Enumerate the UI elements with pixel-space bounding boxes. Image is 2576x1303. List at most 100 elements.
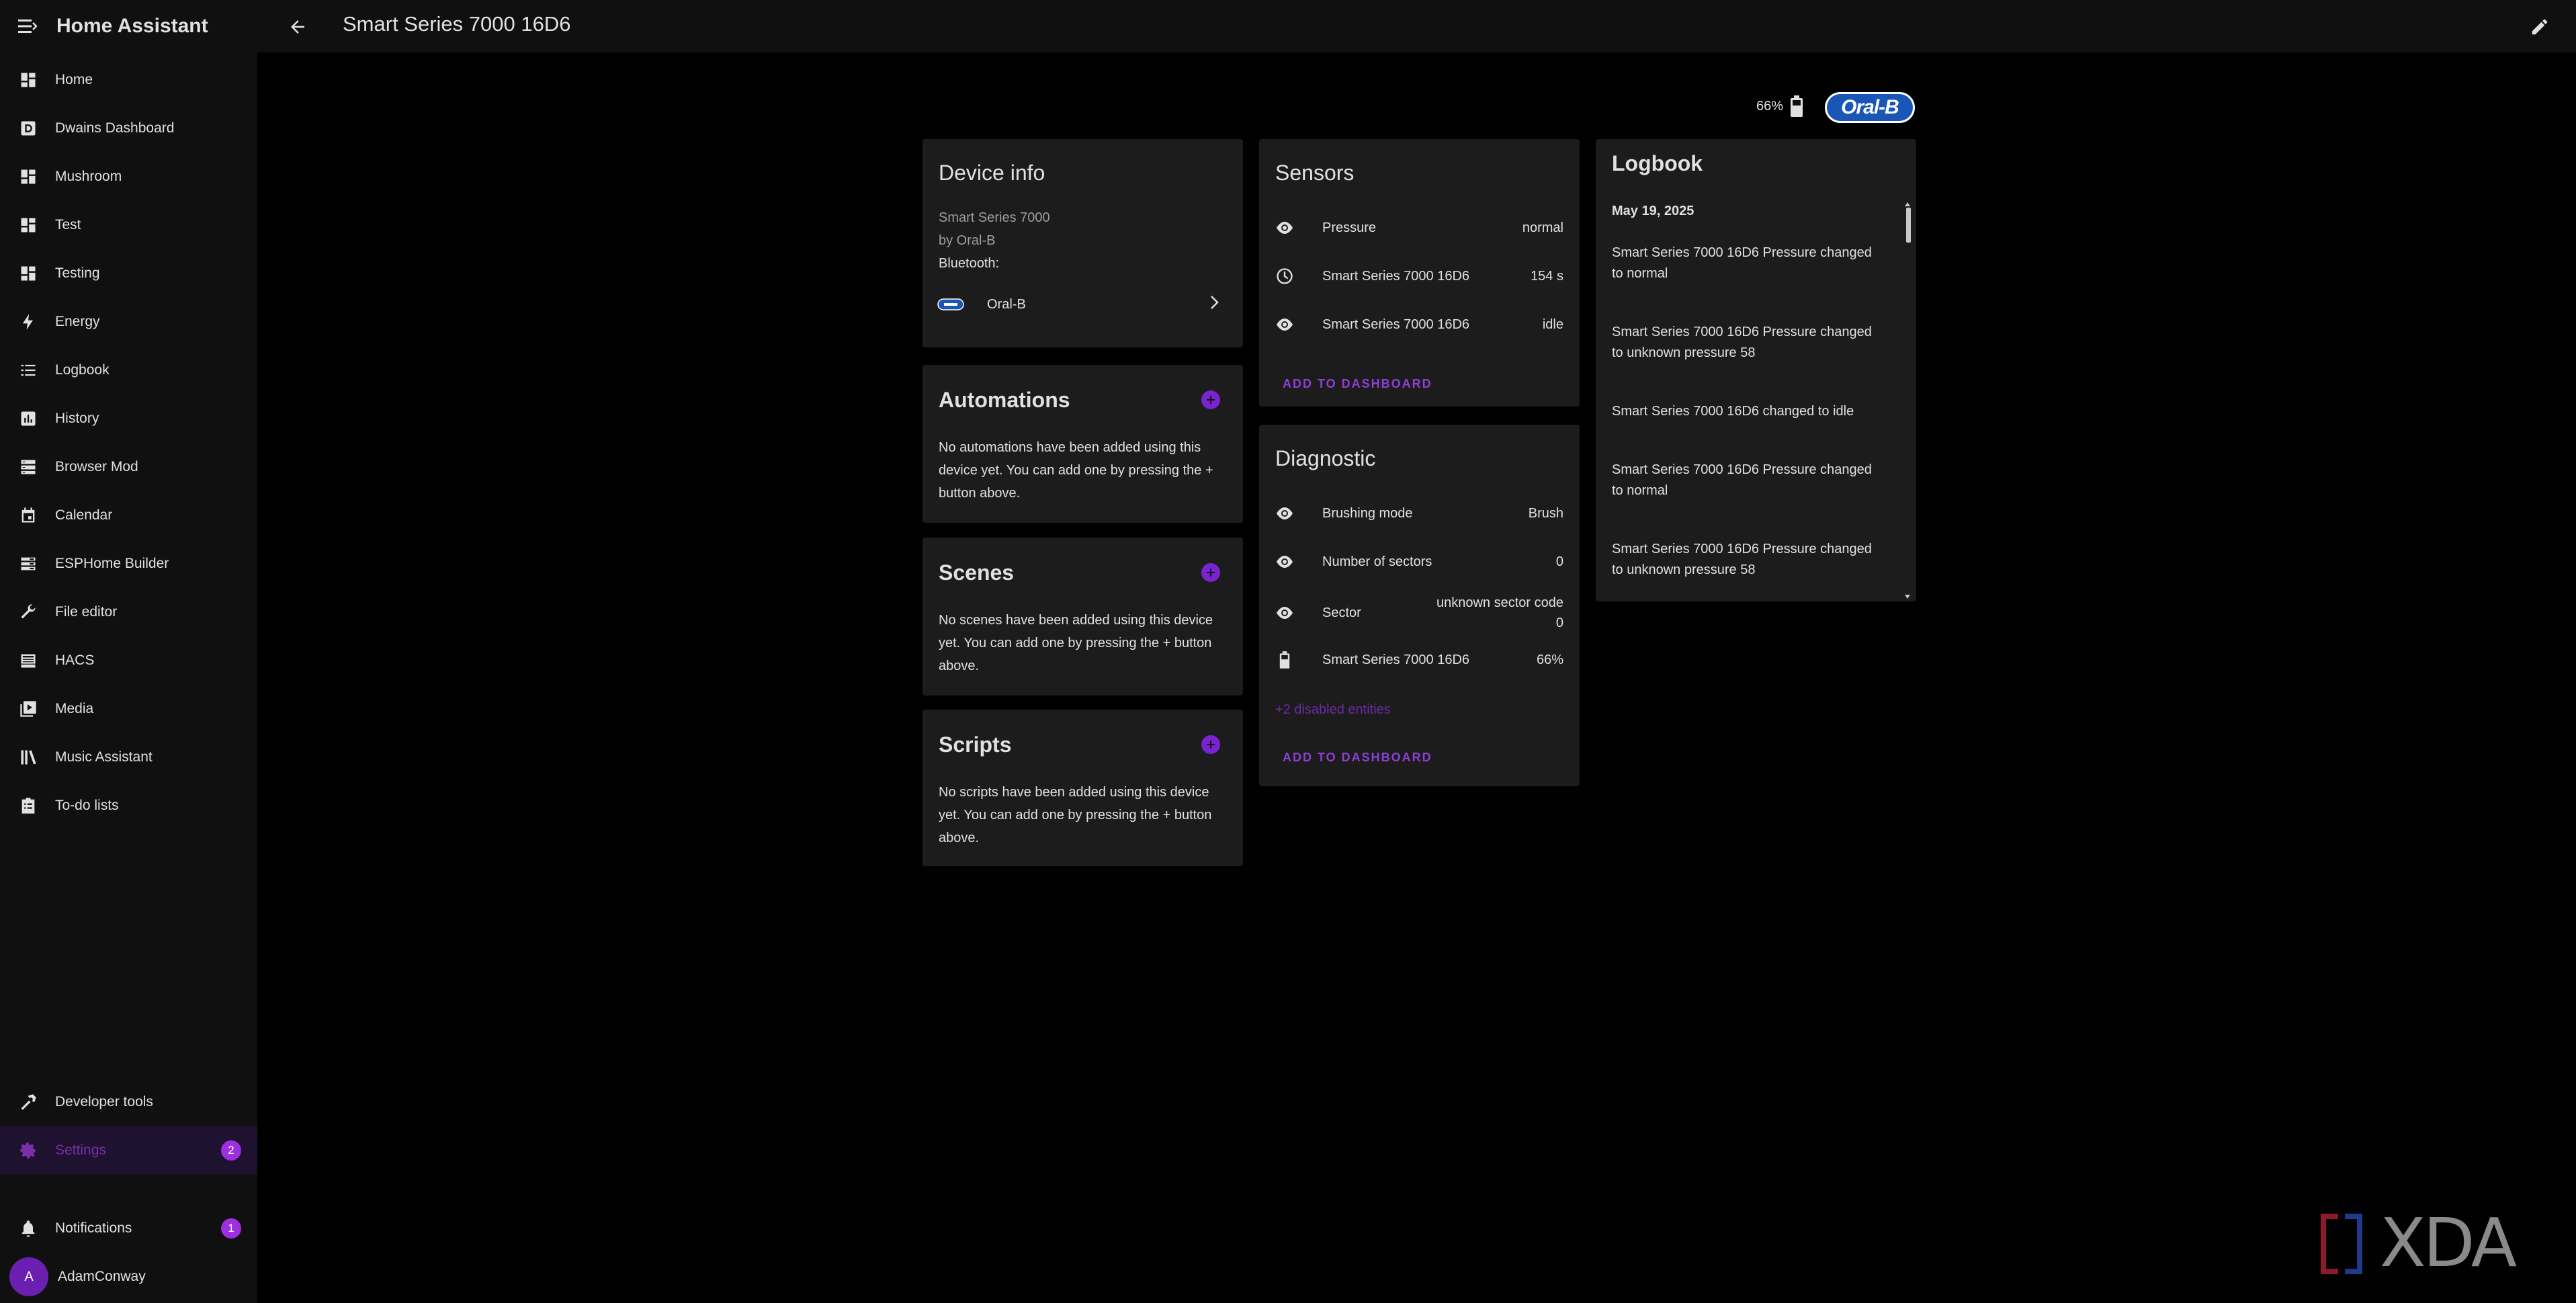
sidebar-item-label: Calendar	[55, 507, 113, 523]
sidebar-item-energy[interactable]: Energy	[0, 298, 257, 346]
music-library-icon	[17, 747, 39, 768]
add-to-dashboard-button[interactable]: ADD TO DASHBOARD	[1283, 751, 1432, 765]
sidebar-item-dwains-dashboard[interactable]: Dwains Dashboard	[0, 104, 257, 153]
diagnostic-row-sector[interactable]: Sector unknown sector code 0	[1259, 591, 1580, 634]
diagnostic-row-number-of-sectors[interactable]: Number of sectors 0	[1259, 543, 1580, 581]
logbook-entry[interactable]: Smart Series 7000 16D6 Pressure changed …	[1612, 460, 1894, 501]
device-model: Smart Series 7000	[939, 210, 1050, 225]
sidebar-item-media[interactable]: Media	[0, 685, 257, 733]
diagnostic-card: Diagnostic Brushing mode Brush Number of…	[1259, 425, 1580, 786]
scripts-empty-text: No scripts have been added using this de…	[939, 785, 1212, 845]
logbook-card: Logbook May 19, 2025 Smart Series 7000 1…	[1596, 139, 1916, 601]
sidebar-item-hacs[interactable]: HACS	[0, 636, 257, 685]
scroll-down-icon[interactable]	[1904, 591, 1911, 603]
logbook-entry[interactable]: Smart Series 7000 16D6 Pressure changed …	[1612, 322, 1894, 364]
device-info-card: Device info Smart Series 7000 by Oral-B …	[922, 139, 1243, 347]
timer-icon	[1274, 265, 1295, 287]
sidebar-item-music-assistant[interactable]: Music Assistant	[0, 733, 257, 782]
logbook-entry-line: Smart Series 7000 16D6 changed to idle	[1612, 404, 1854, 419]
logbook-entry-line: Smart Series 7000 16D6 Pressure changed	[1612, 462, 1872, 477]
sensor-row-state[interactable]: Smart Series 7000 16D6 idle	[1259, 306, 1580, 343]
sidebar-item-label: HACS	[55, 653, 95, 668]
integration-name: Oral-B	[987, 296, 1026, 312]
sidebar-item-test[interactable]: Test	[0, 201, 257, 249]
diagnostic-value: 66%	[1536, 652, 1563, 667]
eye-icon	[1274, 551, 1295, 573]
logbook-entry-line: Smart Series 7000 16D6 Pressure changed	[1612, 542, 1872, 556]
sidebar-item-label: Settings	[55, 1142, 106, 1158]
brand-logo-text: Oral-B	[1841, 96, 1899, 118]
sensor-name: Smart Series 7000 16D6	[1322, 268, 1470, 284]
menu-toggle-icon[interactable]	[17, 16, 38, 36]
scenes-card: Scenes No scenes have been added using t…	[922, 538, 1243, 696]
media-icon	[17, 698, 39, 720]
logbook-entry[interactable]: Smart Series 7000 16D6 changed to idle	[1612, 401, 1894, 422]
sidebar-item-browser-mod[interactable]: Browser Mod	[0, 443, 257, 491]
sidebar-item-mushroom[interactable]: Mushroom	[0, 153, 257, 201]
sidebar-item-label: ESPHome Builder	[55, 556, 169, 571]
oral-b-logo-icon	[937, 294, 964, 315]
sidebar-item-logbook[interactable]: Logbook	[0, 346, 257, 394]
sidebar-item-home[interactable]: Home	[0, 56, 257, 104]
sidebar-item-settings[interactable]: Settings 2	[0, 1126, 257, 1175]
sidebar-item-history[interactable]: History	[0, 394, 257, 443]
diagnostic-value-line: 0	[1555, 616, 1563, 630]
dashboard-icon	[17, 166, 39, 187]
top-bar: Smart Series 7000 16D6	[257, 0, 2576, 52]
sidebar-item-label: History	[55, 411, 99, 426]
sidebar-item-label: To-do lists	[55, 798, 119, 813]
logbook-entry-line: to unknown pressure 58	[1612, 562, 1756, 577]
sidebar-item-user[interactable]: A AdamConway	[0, 1253, 257, 1301]
back-arrow-icon[interactable]	[284, 13, 311, 40]
scrollbar-thumb[interactable]	[1906, 208, 1911, 243]
diagnostic-name: Brushing mode	[1322, 505, 1413, 521]
eye-icon	[1274, 602, 1295, 624]
app-title: Home Assistant	[56, 15, 208, 37]
add-to-dashboard-button[interactable]: ADD TO DASHBOARD	[1283, 377, 1432, 391]
logbook-entry-line: Smart Series 7000 16D6 Pressure changed	[1612, 325, 1872, 339]
dashboard-d-icon	[17, 118, 39, 139]
sidebar-item-label: Mushroom	[55, 169, 122, 184]
pencil-icon[interactable]	[2526, 13, 2553, 40]
sidebar-item-file-editor[interactable]: File editor	[0, 588, 257, 636]
disabled-entities-link[interactable]: +2 disabled entities	[1275, 698, 1391, 721]
logbook-entry[interactable]: Smart Series 7000 16D6 Pressure changed …	[1612, 539, 1894, 581]
sidebar-item-esphome-builder[interactable]: ESPHome Builder	[0, 540, 257, 588]
sidebar-item-todo-lists[interactable]: To-do lists	[0, 782, 257, 830]
chart-icon	[17, 408, 39, 429]
battery-percentage: 66%	[1756, 99, 1784, 114]
logbook-entry-line: to normal	[1612, 483, 1668, 498]
diagnostic-name: Smart Series 7000 16D6	[1322, 652, 1470, 667]
diagnostic-value: 0	[1555, 554, 1563, 569]
avatar: A	[9, 1257, 48, 1296]
wrench-icon	[17, 601, 39, 623]
logbook-entry-line: Smart Series 7000 16D6 Pressure changed	[1612, 245, 1872, 260]
diagnostic-name: Number of sectors	[1322, 554, 1432, 569]
bell-icon	[17, 1218, 39, 1239]
automations-card: Automations No automations have been add…	[922, 365, 1243, 523]
card-title: Sensors	[1275, 161, 1355, 185]
sidebar-item-label: Energy	[55, 314, 100, 329]
sidebar-item-developer-tools[interactable]: Developer tools	[0, 1078, 257, 1126]
sensor-row-pressure[interactable]: Pressure normal	[1259, 209, 1580, 247]
sensor-row-time[interactable]: Smart Series 7000 16D6 154 s	[1259, 257, 1580, 295]
chip-icon	[17, 553, 39, 575]
sidebar-item-calendar[interactable]: Calendar	[0, 491, 257, 540]
notifications-badge: 1	[221, 1218, 241, 1238]
sidebar-item-notifications[interactable]: Notifications 1	[0, 1204, 257, 1253]
sidebar-item-label: Developer tools	[55, 1094, 153, 1109]
clipboard-icon	[17, 795, 39, 816]
logbook-entry-line: to unknown pressure 58	[1612, 345, 1756, 360]
brand-logo: Oral-B	[1825, 92, 1915, 123]
xda-watermark: XDA	[2318, 1207, 2560, 1281]
lightning-icon	[17, 311, 39, 333]
add-automation-button[interactable]	[1201, 390, 1220, 409]
sidebar-item-label: Dwains Dashboard	[55, 120, 175, 136]
sidebar-item-testing[interactable]: Testing	[0, 249, 257, 298]
diagnostic-row-brushing-mode[interactable]: Brushing mode Brush	[1259, 495, 1580, 532]
logbook-entry[interactable]: Smart Series 7000 16D6 Pressure changed …	[1612, 243, 1894, 284]
diagnostic-row-battery[interactable]: Smart Series 7000 16D6 66%	[1259, 641, 1580, 679]
add-scene-button[interactable]	[1201, 563, 1220, 582]
add-script-button[interactable]	[1201, 735, 1220, 754]
integration-row[interactable]: Oral-B	[922, 286, 1243, 323]
